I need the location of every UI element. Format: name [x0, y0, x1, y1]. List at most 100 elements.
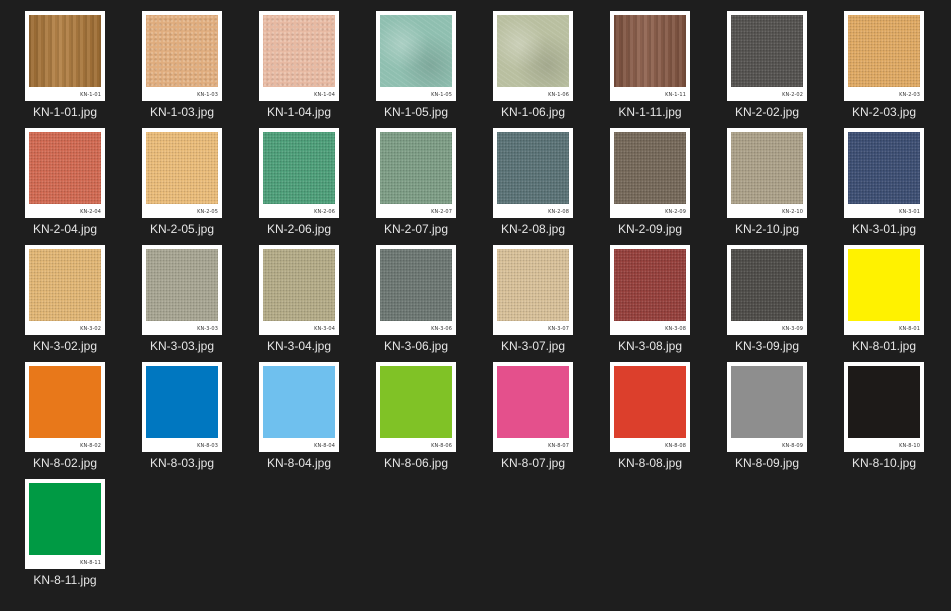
color-swatch [731, 366, 803, 438]
file-thumbnail[interactable]: KN-3-09 [727, 245, 807, 335]
file-thumbnail[interactable]: KN-3-01 [844, 128, 924, 218]
file-item[interactable]: KN-2-06 KN-2-06.jpg [259, 128, 359, 238]
file-item[interactable]: KN-3-01 KN-3-01.jpg [844, 128, 944, 238]
file-name-label[interactable]: KN-8-10.jpg [834, 456, 934, 470]
file-item[interactable]: KN-3-06 KN-3-06.jpg [376, 245, 476, 355]
file-thumbnail[interactable]: KN-8-02 [25, 362, 105, 452]
file-name-label[interactable]: KN-8-06.jpg [366, 456, 466, 470]
file-name-label[interactable]: KN-8-02.jpg [15, 456, 115, 470]
file-item[interactable]: KN-1-01 KN-1-01.jpg [25, 11, 125, 121]
file-thumbnail[interactable]: KN-2-08 [493, 128, 573, 218]
file-item[interactable]: KN-1-11 KN-1-11.jpg [610, 11, 710, 121]
file-thumbnail[interactable]: KN-8-07 [493, 362, 573, 452]
file-thumbnail[interactable]: KN-2-04 [25, 128, 105, 218]
file-item[interactable]: KN-2-04 KN-2-04.jpg [25, 128, 125, 238]
file-name-label[interactable]: KN-1-06.jpg [483, 105, 583, 119]
file-thumbnail[interactable]: KN-3-03 [142, 245, 222, 335]
file-item[interactable]: KN-2-03 KN-2-03.jpg [844, 11, 944, 121]
file-name-label[interactable]: KN-8-03.jpg [132, 456, 232, 470]
file-name-label[interactable]: KN-3-01.jpg [834, 222, 934, 236]
file-thumbnail[interactable]: KN-8-08 [610, 362, 690, 452]
file-name-label[interactable]: KN-2-06.jpg [249, 222, 349, 236]
file-item[interactable]: KN-3-02 KN-3-02.jpg [25, 245, 125, 355]
file-item[interactable]: KN-1-04 KN-1-04.jpg [259, 11, 359, 121]
file-thumbnail[interactable]: KN-1-05 [376, 11, 456, 101]
file-name-label[interactable]: KN-8-01.jpg [834, 339, 934, 353]
file-item[interactable]: KN-8-07 KN-8-07.jpg [493, 362, 593, 472]
file-name-label[interactable]: KN-8-07.jpg [483, 456, 583, 470]
file-item[interactable]: KN-1-06 KN-1-06.jpg [493, 11, 593, 121]
file-thumbnail[interactable]: KN-3-02 [25, 245, 105, 335]
file-name-label[interactable]: KN-2-10.jpg [717, 222, 817, 236]
file-item[interactable]: KN-2-08 KN-2-08.jpg [493, 128, 593, 238]
file-item[interactable]: KN-2-10 KN-2-10.jpg [727, 128, 827, 238]
file-item[interactable]: KN-3-03 KN-3-03.jpg [142, 245, 242, 355]
file-name-label[interactable]: KN-1-05.jpg [366, 105, 466, 119]
file-thumbnail[interactable]: KN-2-10 [727, 128, 807, 218]
file-name-label[interactable]: KN-2-04.jpg [15, 222, 115, 236]
file-name-label[interactable]: KN-1-11.jpg [600, 105, 700, 119]
file-thumbnail[interactable]: KN-8-01 [844, 245, 924, 335]
file-name-label[interactable]: KN-3-02.jpg [15, 339, 115, 353]
file-thumbnail[interactable]: KN-2-07 [376, 128, 456, 218]
file-thumbnail[interactable]: KN-1-04 [259, 11, 339, 101]
file-thumbnail[interactable]: KN-1-11 [610, 11, 690, 101]
file-item[interactable]: KN-8-10 KN-8-10.jpg [844, 362, 944, 472]
file-item[interactable]: KN-2-07 KN-2-07.jpg [376, 128, 476, 238]
file-item[interactable]: KN-3-09 KN-3-09.jpg [727, 245, 827, 355]
file-item[interactable]: KN-8-11 KN-8-11.jpg [25, 479, 125, 589]
file-name-label[interactable]: KN-1-01.jpg [15, 105, 115, 119]
file-thumbnail[interactable]: KN-1-01 [25, 11, 105, 101]
file-name-label[interactable]: KN-2-07.jpg [366, 222, 466, 236]
file-name-label[interactable]: KN-2-09.jpg [600, 222, 700, 236]
file-thumbnail[interactable]: KN-3-04 [259, 245, 339, 335]
file-item[interactable]: KN-2-02 KN-2-02.jpg [727, 11, 827, 121]
file-thumbnail[interactable]: KN-8-04 [259, 362, 339, 452]
file-name-label[interactable]: KN-8-09.jpg [717, 456, 817, 470]
file-thumbnail[interactable]: KN-8-06 [376, 362, 456, 452]
file-item[interactable]: KN-1-03 KN-1-03.jpg [142, 11, 242, 121]
file-name-label[interactable]: KN-3-03.jpg [132, 339, 232, 353]
file-item[interactable]: KN-3-08 KN-3-08.jpg [610, 245, 710, 355]
file-thumbnail[interactable]: KN-8-09 [727, 362, 807, 452]
file-item[interactable]: KN-8-09 KN-8-09.jpg [727, 362, 827, 472]
file-thumbnail[interactable]: KN-2-02 [727, 11, 807, 101]
file-item[interactable]: KN-2-09 KN-2-09.jpg [610, 128, 710, 238]
file-item[interactable]: KN-8-03 KN-8-03.jpg [142, 362, 242, 472]
file-item[interactable]: KN-8-01 KN-8-01.jpg [844, 245, 944, 355]
file-name-label[interactable]: KN-2-08.jpg [483, 222, 583, 236]
file-thumbnail[interactable]: KN-2-03 [844, 11, 924, 101]
file-name-label[interactable]: KN-2-02.jpg [717, 105, 817, 119]
file-name-label[interactable]: KN-8-08.jpg [600, 456, 700, 470]
file-name-label[interactable]: KN-8-04.jpg [249, 456, 349, 470]
file-name-label[interactable]: KN-1-03.jpg [132, 105, 232, 119]
file-name-label[interactable]: KN-3-09.jpg [717, 339, 817, 353]
file-item[interactable]: KN-3-07 KN-3-07.jpg [493, 245, 593, 355]
file-thumbnail[interactable]: KN-3-06 [376, 245, 456, 335]
file-item[interactable]: KN-8-08 KN-8-08.jpg [610, 362, 710, 472]
file-thumbnail[interactable]: KN-8-11 [25, 479, 105, 569]
file-thumbnail[interactable]: KN-2-06 [259, 128, 339, 218]
file-item[interactable]: KN-1-05 KN-1-05.jpg [376, 11, 476, 121]
file-name-label[interactable]: KN-3-07.jpg [483, 339, 583, 353]
file-thumbnail[interactable]: KN-3-08 [610, 245, 690, 335]
file-thumbnail[interactable]: KN-2-05 [142, 128, 222, 218]
file-name-label[interactable]: KN-3-06.jpg [366, 339, 466, 353]
file-thumbnail[interactable]: KN-2-09 [610, 128, 690, 218]
file-item[interactable]: KN-2-05 KN-2-05.jpg [142, 128, 242, 238]
file-thumbnail[interactable]: KN-1-06 [493, 11, 573, 101]
file-name-label[interactable]: KN-3-04.jpg [249, 339, 349, 353]
file-thumbnail[interactable]: KN-3-07 [493, 245, 573, 335]
file-name-label[interactable]: KN-8-11.jpg [15, 573, 115, 587]
file-item[interactable]: KN-8-06 KN-8-06.jpg [376, 362, 476, 472]
file-thumbnail[interactable]: KN-8-10 [844, 362, 924, 452]
file-name-label[interactable]: KN-3-08.jpg [600, 339, 700, 353]
file-name-label[interactable]: KN-1-04.jpg [249, 105, 349, 119]
file-name-label[interactable]: KN-2-03.jpg [834, 105, 934, 119]
file-thumbnail[interactable]: KN-8-03 [142, 362, 222, 452]
file-item[interactable]: KN-8-02 KN-8-02.jpg [25, 362, 125, 472]
file-item[interactable]: KN-8-04 KN-8-04.jpg [259, 362, 359, 472]
file-item[interactable]: KN-3-04 KN-3-04.jpg [259, 245, 359, 355]
file-name-label[interactable]: KN-2-05.jpg [132, 222, 232, 236]
file-thumbnail[interactable]: KN-1-03 [142, 11, 222, 101]
